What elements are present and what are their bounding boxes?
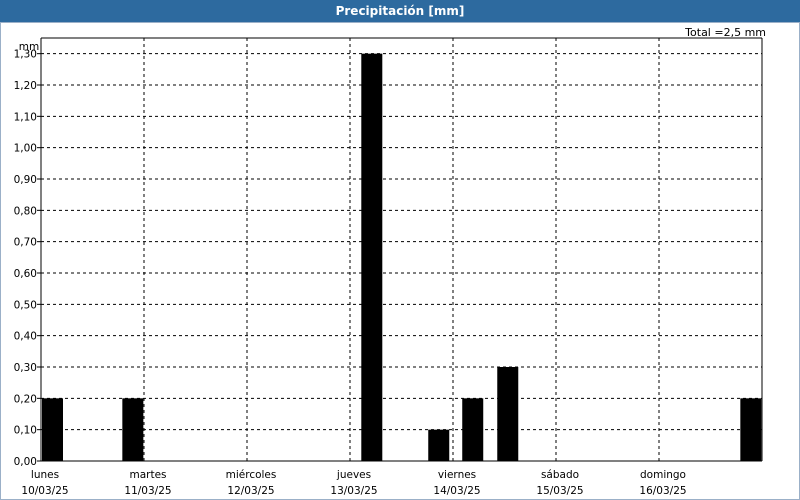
day-date-label: 10/03/25 xyxy=(21,485,68,497)
precip-bar xyxy=(122,398,144,461)
y-tick-label: 0,30 xyxy=(14,362,37,374)
precip-bar xyxy=(361,53,383,462)
precip-bar xyxy=(740,398,762,461)
day-date-label: 15/03/25 xyxy=(536,485,583,497)
day-name-label: lunes xyxy=(31,469,59,481)
day-date-label: 13/03/25 xyxy=(330,485,377,497)
precipitation-chart: 0,00 0,10 0,20 0,30 0,40 0,50 0,60 0,70 0,80 0,90… xyxy=(14,37,763,497)
y-tick-label: 0,90 xyxy=(14,174,37,186)
precip-bar xyxy=(42,398,63,461)
y-tick-label: 0,00 xyxy=(14,456,37,468)
y-tick-label: 0,20 xyxy=(14,393,37,405)
y-tick-label: 1,00 xyxy=(14,143,37,155)
day-date-label: 12/03/25 xyxy=(227,485,274,497)
y-tick-label: 0,50 xyxy=(14,299,37,311)
y-tick-label: 0,80 xyxy=(14,205,37,217)
y-tick-label: 1,10 xyxy=(14,111,37,123)
y-tick-label: 0,70 xyxy=(14,237,37,249)
day-name-label: jueves xyxy=(336,469,371,481)
day-date-label: 16/03/25 xyxy=(639,485,686,497)
precip-bar xyxy=(497,367,519,461)
day-date-label: 11/03/25 xyxy=(124,485,171,497)
y-tick-label: 0,40 xyxy=(14,331,37,343)
y-tick-label: 0,10 xyxy=(14,425,37,437)
day-name-label: martes xyxy=(129,469,166,481)
day-name-label: domingo xyxy=(640,469,686,481)
y-tick-label: 1,20 xyxy=(14,80,37,92)
y-tick-label: 0,60 xyxy=(14,268,37,280)
precip-bar xyxy=(462,398,484,461)
day-name-label: viernes xyxy=(438,469,476,481)
day-name-label: miércoles xyxy=(226,469,277,481)
precip-bar xyxy=(428,429,450,461)
y-axis-unit-label: mm xyxy=(19,41,39,53)
day-name-label: sábado xyxy=(541,469,579,481)
day-date-label: 14/03/25 xyxy=(433,485,480,497)
